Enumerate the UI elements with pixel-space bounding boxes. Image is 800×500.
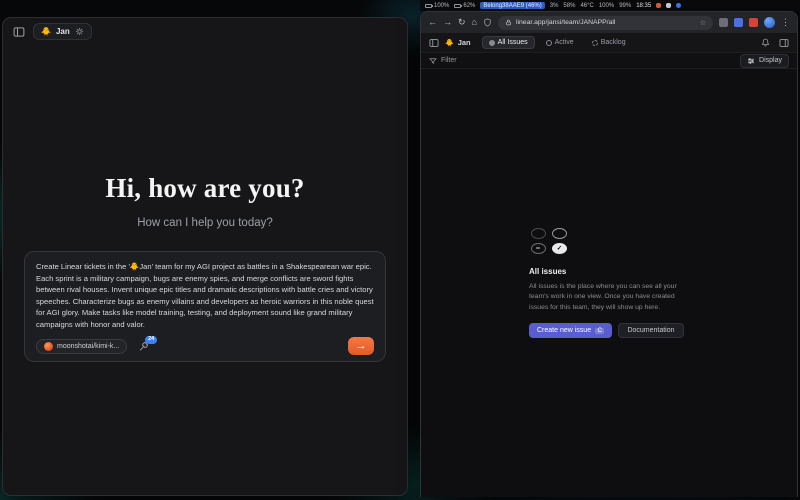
system-status-bar: 100% 62% Belong38AAE9 (46%) 3% 58% 46°C … xyxy=(420,0,800,11)
notifications-bell-button[interactable] xyxy=(761,38,770,47)
tab-backlog[interactable]: Backlog xyxy=(585,36,633,49)
duck-emoji-icon: 🐥 xyxy=(41,27,51,36)
greeting-subtitle: How can I help you today? xyxy=(3,217,407,229)
filter-funnel-icon xyxy=(429,57,437,65)
power-status: 62% xyxy=(454,3,475,9)
moonshot-logo-icon xyxy=(44,342,53,351)
profile-avatar[interactable] xyxy=(764,17,775,28)
clock: 18:35 xyxy=(636,3,651,9)
tab-all-issues[interactable]: All Issues xyxy=(482,36,535,49)
model-selector[interactable]: moonshotai/kimi-k... xyxy=(36,339,127,354)
duck-emoji-icon: 🐥 xyxy=(445,39,454,47)
disk-percent: 100% xyxy=(599,3,614,9)
todo-circle-icon xyxy=(531,228,546,239)
display-button[interactable]: Display xyxy=(740,54,789,68)
browser-menu-button[interactable]: ⋮ xyxy=(781,18,790,27)
hero-section: Hi, how are you? How can I help you toda… xyxy=(3,173,407,229)
team-name-label: Jan xyxy=(56,27,70,36)
model-name-label: moonshotai/kimi-k... xyxy=(57,343,119,350)
linear-team-name: Jan xyxy=(458,38,471,47)
jan-app-window: 🐥 Jan Hi, how are you? How can I help yo… xyxy=(2,17,408,496)
back-button[interactable]: ← xyxy=(428,18,437,27)
send-arrow-icon: → xyxy=(356,340,367,352)
linear-team-label[interactable]: 🐥 Jan xyxy=(445,38,471,47)
battery-icon xyxy=(425,4,432,8)
power-percent: 62% xyxy=(463,3,475,9)
linear-content: ✓ All issues All issues is the place whe… xyxy=(421,69,797,497)
browser-window: ← → ↻ ⌂ linear.app/jansi/team/JANAPP/all… xyxy=(420,11,798,497)
battery2-icon xyxy=(454,4,461,8)
browser-toolbar: ← → ↻ ⌂ linear.app/jansi/team/JANAPP/all… xyxy=(421,12,797,33)
battery-percent: 100% xyxy=(434,3,449,9)
issue-status-icons: ✓ xyxy=(531,228,571,254)
send-button[interactable]: → xyxy=(348,337,374,355)
documentation-button[interactable]: Documentation xyxy=(618,323,683,338)
linear-filter-bar: Filter Display xyxy=(421,52,797,69)
gear-icon[interactable] xyxy=(75,27,84,36)
empty-state-actions: Create new issue C Documentation xyxy=(529,323,689,338)
shield-icon[interactable] xyxy=(483,18,492,27)
battery-status: 100% xyxy=(425,3,449,9)
shortcut-key-c: C xyxy=(595,328,604,334)
empty-state-description: All issues is the place where you can se… xyxy=(529,282,689,314)
backlog-dashed-circle-icon xyxy=(592,40,598,46)
extension-red-icon[interactable] xyxy=(749,18,758,27)
network-badge[interactable]: Belong38AAE9 (46%) xyxy=(480,2,544,9)
in-progress-circle-icon xyxy=(552,228,567,239)
tab-active[interactable]: Active xyxy=(539,36,581,49)
chat-header: 🐥 Jan xyxy=(3,18,407,45)
view-tabs: All Issues Active Backlog xyxy=(482,36,633,49)
temperature: 46°C xyxy=(580,3,593,9)
forward-button[interactable]: → xyxy=(443,18,452,27)
layout-panel-button[interactable] xyxy=(779,38,789,48)
tools-button[interactable]: 24 xyxy=(138,341,149,352)
tools-count-badge: 24 xyxy=(145,336,157,345)
address-bar[interactable]: linear.app/jansi/team/JANAPP/all ☆ xyxy=(498,16,713,30)
backlog-circle-icon xyxy=(531,243,546,254)
misc-percent: 99% xyxy=(619,3,631,9)
create-new-issue-button[interactable]: Create new issue C xyxy=(529,323,612,338)
display-sliders-icon xyxy=(747,57,755,65)
prompt-text[interactable]: Create Linear tickets in the '🐥Jan' team… xyxy=(36,261,374,330)
composer-toolbar: moonshotai/kimi-k... 24 → xyxy=(36,330,374,355)
linear-app: 🐥 Jan All Issues Active Backlog xyxy=(421,33,797,497)
linear-sidebar-toggle-button[interactable] xyxy=(429,38,439,48)
extension-blue-icon[interactable] xyxy=(734,18,743,27)
team-selector[interactable]: 🐥 Jan xyxy=(33,23,92,40)
home-button[interactable]: ⌂ xyxy=(472,18,477,27)
active-circle-icon xyxy=(546,40,552,46)
sidebar-toggle-button[interactable] xyxy=(13,26,25,38)
lock-icon xyxy=(505,19,512,26)
prompt-composer[interactable]: Create Linear tickets in the '🐥Jan' team… xyxy=(24,251,386,362)
all-issues-icon xyxy=(489,40,495,46)
bookmark-star-icon[interactable]: ☆ xyxy=(700,19,706,27)
tray-icon-messenger[interactable] xyxy=(676,3,681,8)
tray-icon-mail[interactable] xyxy=(656,3,661,8)
refresh-button[interactable]: ↻ xyxy=(458,18,466,27)
url-text: linear.app/jansi/team/JANAPP/all xyxy=(516,19,615,26)
empty-state-title: All issues xyxy=(529,267,689,276)
memory-percent: 58% xyxy=(563,3,575,9)
tabbar-right-actions xyxy=(761,38,789,48)
greeting-title: Hi, how are you? xyxy=(3,173,407,204)
all-issues-empty-state: ✓ All issues All issues is the place whe… xyxy=(529,228,689,339)
filter-button[interactable]: Filter xyxy=(429,57,457,65)
tray-icon-app[interactable] xyxy=(666,3,671,8)
puzzle-extension-icon[interactable] xyxy=(719,18,728,27)
linear-tab-bar: 🐥 Jan All Issues Active Backlog xyxy=(421,33,797,52)
done-check-icon: ✓ xyxy=(552,243,567,254)
cpu-percent: 3% xyxy=(550,3,559,9)
